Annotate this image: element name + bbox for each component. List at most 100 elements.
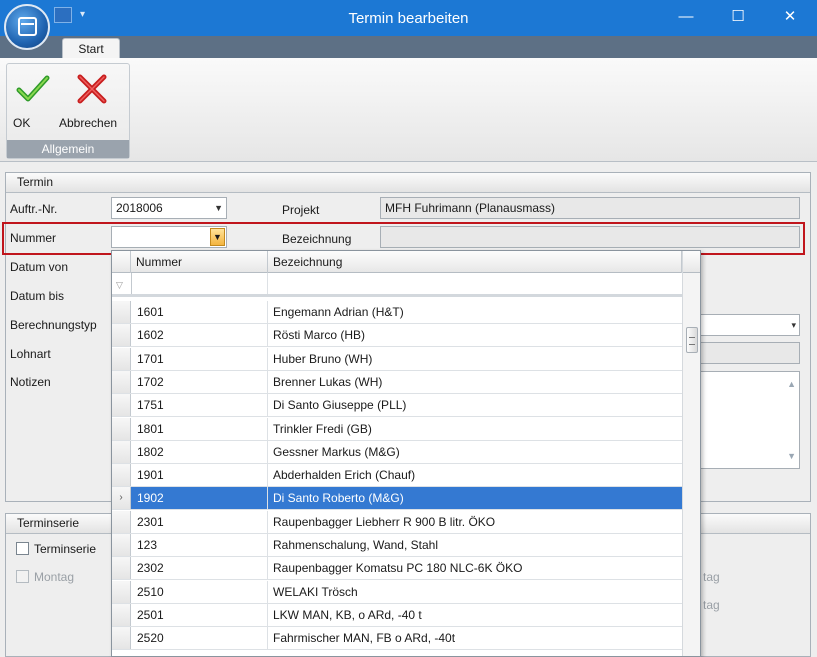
row-indicator[interactable] xyxy=(112,324,131,347)
table-row[interactable]: 1701 Huber Bruno (WH) xyxy=(112,347,682,371)
berechnungstyp-label: Berechnungstyp xyxy=(10,318,97,332)
cell-bezeichnung: Raupenbagger Komatsu PC 180 NLC-6K ÖKO xyxy=(273,561,523,576)
red-x-icon xyxy=(77,74,107,104)
cell-bezeichnung: Di Santo Giuseppe (PLL) xyxy=(273,398,407,413)
table-row[interactable]: 2302 Raupenbagger Komatsu PC 180 NLC-6K Ö… xyxy=(112,557,682,581)
cell-bezeichnung: Huber Bruno (WH) xyxy=(273,351,373,366)
lohnart-label: Lohnart xyxy=(10,347,51,361)
cell-nummer: 1702 xyxy=(131,370,268,393)
auftr-select[interactable]: 2018006 ▼ xyxy=(111,197,227,219)
cell-nummer: 1802 xyxy=(131,440,268,463)
termin-panel-title: Termin xyxy=(6,173,810,193)
table-row[interactable]: 1602 Rösti Marco (HB) xyxy=(112,324,682,348)
row-indicator[interactable] xyxy=(112,580,131,603)
table-row[interactable]: 1751 Di Santo Giuseppe (PLL) xyxy=(112,394,682,418)
scrollbar-thumb[interactable] xyxy=(686,327,698,353)
ok-button[interactable]: OK xyxy=(13,68,53,132)
cell-nummer: 1701 xyxy=(131,347,268,370)
column-header-nummer[interactable]: Nummer xyxy=(131,251,268,273)
table-row[interactable]: 1901 Abderhalden Erich (Chauf) xyxy=(112,464,682,488)
weekday-partial-label: tag xyxy=(703,570,720,584)
nummer-lookup-dropdown[interactable]: Nummer Bezeichnung ▽ 1601 Engemann Adrian… xyxy=(111,250,701,657)
cancel-button[interactable]: Abbrechen xyxy=(59,68,125,132)
datum-bis-label: Datum bis xyxy=(10,289,65,303)
cell-nummer: 1902 xyxy=(131,487,268,510)
chevron-down-icon: ▾ xyxy=(791,320,796,330)
tab-start[interactable]: Start xyxy=(62,38,120,59)
cell-bezeichnung: Rösti Marco (HB) xyxy=(273,328,366,343)
projekt-field: MFH Fuhrimann (Planausmass) xyxy=(380,197,800,219)
row-indicator[interactable] xyxy=(112,464,131,487)
row-indicator[interactable] xyxy=(112,557,131,580)
berechnungstyp-select[interactable]: ▾ xyxy=(700,314,800,336)
cell-nummer: 2301 xyxy=(131,510,268,533)
row-indicator[interactable] xyxy=(112,347,131,370)
cell-bezeichnung: Brenner Lukas (WH) xyxy=(273,374,383,389)
table-row[interactable]: 2520 Fahrmischer MAN, FB o ARd, -40t xyxy=(112,627,682,651)
cell-nummer: 2520 xyxy=(131,627,268,650)
row-indicator[interactable] xyxy=(112,534,131,556)
row-indicator[interactable] xyxy=(112,627,131,650)
montag-checkbox-label: Montag xyxy=(34,570,75,584)
cell-nummer: 1801 xyxy=(131,417,268,440)
column-header-bezeichnung[interactable]: Bezeichnung xyxy=(268,251,682,273)
row-indicator-header xyxy=(112,251,131,273)
scrollbar-header xyxy=(683,251,700,273)
terminserie-checkbox[interactable] xyxy=(16,542,29,555)
application-menu-button[interactable] xyxy=(4,4,50,50)
table-row[interactable]: 123 Rahmenschalung, Wand, Stahl xyxy=(112,534,682,557)
table-row[interactable]: 1801 Trinkler Fredi (GB) xyxy=(112,417,682,441)
notizen-textarea[interactable]: ▲ ▼ xyxy=(700,371,800,469)
filter-icon: ▽ xyxy=(116,280,123,290)
cell-nummer: 1751 xyxy=(131,394,268,417)
row-indicator[interactable] xyxy=(112,440,131,463)
ribbon-group-label: Allgemein xyxy=(7,140,129,158)
cell-bezeichnung: Fahrmischer MAN, FB o ARd, -40t xyxy=(273,631,456,646)
table-row[interactable]: 2301 Raupenbagger Liebherr R 900 B litr. … xyxy=(112,510,682,534)
cube-icon xyxy=(18,17,37,36)
table-row[interactable]: › 1902 Di Santo Roberto (M&G) xyxy=(112,487,682,511)
row-indicator[interactable]: › xyxy=(112,487,131,510)
table-row[interactable]: 1802 Gessner Markus (M&G) xyxy=(112,440,682,464)
datum-von-label: Datum von xyxy=(10,260,69,274)
scroll-down-icon[interactable]: ▼ xyxy=(787,446,796,466)
lohnart-field[interactable] xyxy=(700,342,800,364)
table-row[interactable]: 2510 WELAKI Trösch xyxy=(112,580,682,604)
checkmark-icon xyxy=(16,75,50,102)
chevron-down-icon: ▼ xyxy=(214,203,223,213)
table-row[interactable]: 1601 Engemann Adrian (H&T) xyxy=(112,301,682,324)
close-button[interactable]: ✕ xyxy=(770,4,810,30)
table-row[interactable]: 2501 LKW MAN, KB, o ARd, -40 t xyxy=(112,603,682,627)
ribbon: OK Abbrechen Allgemein xyxy=(0,58,817,162)
ok-label: OK xyxy=(13,116,31,130)
minimize-button[interactable]: — xyxy=(666,4,706,30)
filter-nummer-cell[interactable] xyxy=(131,273,268,294)
cell-bezeichnung: Gessner Markus (M&G) xyxy=(273,444,400,459)
cell-bezeichnung: Trinkler Fredi (GB) xyxy=(273,421,372,436)
grid-header: Nummer Bezeichnung xyxy=(112,251,682,273)
cell-bezeichnung: Engemann Adrian (H&T) xyxy=(273,305,404,319)
cell-bezeichnung: LKW MAN, KB, o ARd, -40 t xyxy=(273,607,422,622)
row-indicator[interactable] xyxy=(112,603,131,626)
cell-nummer: 2501 xyxy=(131,603,268,626)
cell-bezeichnung: Rahmenschalung, Wand, Stahl xyxy=(273,538,438,552)
row-indicator[interactable] xyxy=(112,370,131,393)
cancel-label: Abbrechen xyxy=(59,116,118,130)
vertical-scrollbar[interactable] xyxy=(682,251,700,656)
cell-bezeichnung: WELAKI Trösch xyxy=(273,584,358,599)
row-indicator[interactable] xyxy=(112,510,131,533)
maximize-button[interactable]: ☐ xyxy=(718,4,758,30)
auftr-label: Auftr.-Nr. xyxy=(10,202,58,216)
row-indicator[interactable] xyxy=(112,301,131,323)
cell-nummer: 2302 xyxy=(131,557,268,580)
scroll-up-icon[interactable]: ▲ xyxy=(787,374,796,394)
cell-nummer: 123 xyxy=(131,534,268,556)
filter-row[interactable]: ▽ xyxy=(112,273,682,297)
projekt-label: Projekt xyxy=(282,203,320,217)
notizen-label: Notizen xyxy=(10,375,51,389)
ribbon-group-allgemein: OK Abbrechen Allgemein xyxy=(6,63,130,159)
cell-bezeichnung: Di Santo Roberto (M&G) xyxy=(268,487,682,510)
row-indicator[interactable] xyxy=(112,417,131,440)
table-row[interactable]: 1702 Brenner Lukas (WH) xyxy=(112,370,682,394)
row-indicator[interactable] xyxy=(112,394,131,417)
